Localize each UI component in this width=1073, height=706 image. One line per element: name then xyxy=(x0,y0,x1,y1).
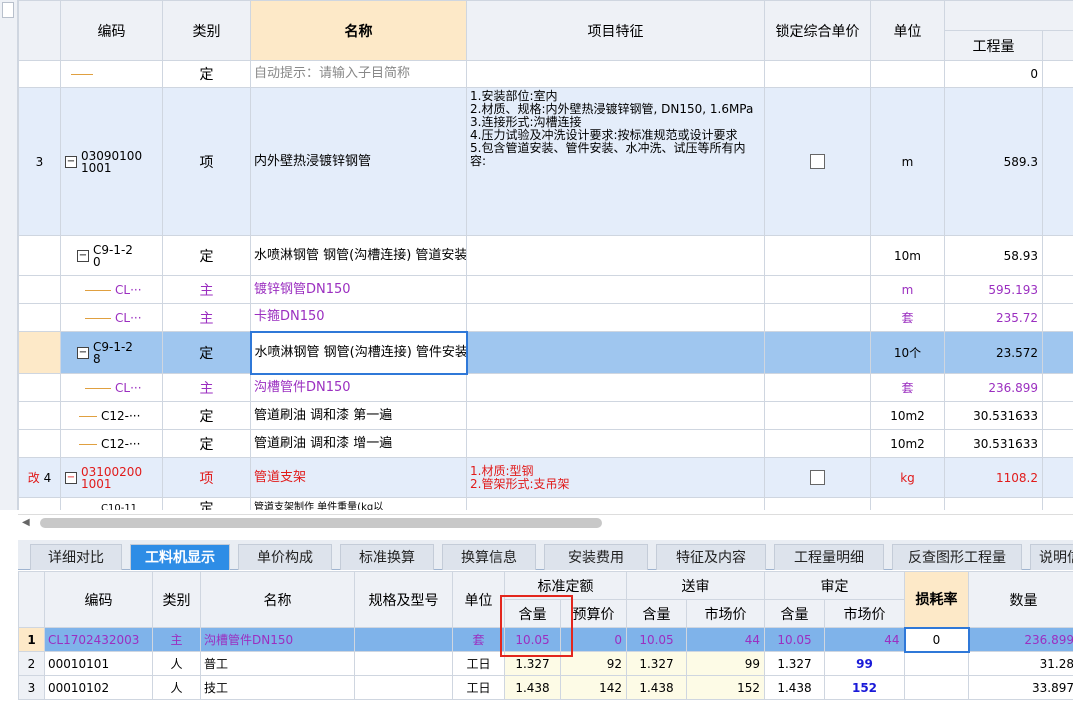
unit-header[interactable]: 单位 xyxy=(452,571,505,628)
loss-rate-input[interactable]: 0 xyxy=(903,626,970,653)
table-row-selected[interactable]: −C9-1-28 定 水喷淋钢管 钢管(沟槽连接) 管件安装 公称直径(mm以内… xyxy=(18,330,1073,375)
std-qty-header[interactable]: 含量 xyxy=(504,599,561,628)
table-row[interactable]: C10-11 定 管道支架制作 单件重量(kg以 xyxy=(18,497,1073,510)
send-qty-header[interactable]: 含量 xyxy=(626,599,687,628)
material-grid: 编码 类别 名称 规格及型号 单位 标准定额 送审 审定 损耗率 数量 含量 预… xyxy=(18,571,1073,706)
tree-connector xyxy=(85,387,111,389)
name-cell-editing[interactable]: 水喷淋钢管 钢管(沟槽连接) 管件安装 公称直径(mm以内)150 xyxy=(249,330,468,375)
row-num-header xyxy=(18,571,45,628)
tree-connector xyxy=(85,289,111,291)
collapse-icon[interactable]: − xyxy=(77,346,89,359)
table-row[interactable]: C12-··· 定 管道刷油 调和漆 第一遍 10m2 30.531633 xyxy=(18,401,1073,430)
table-row[interactable]: −C9-1-20 定 水喷淋钢管 钢管(沟槽连接) 管道安装 公称直径(mm以内… xyxy=(18,235,1073,276)
tree-connector xyxy=(79,443,97,445)
table-row[interactable]: CL··· 主 卡箍DN150 套 235.72 xyxy=(18,303,1073,332)
name-header[interactable]: 名称 xyxy=(200,571,355,628)
collapse-icon[interactable]: − xyxy=(65,471,77,484)
lock-price-checkbox[interactable] xyxy=(810,470,825,485)
tab-description[interactable]: 说明信 xyxy=(1030,544,1073,570)
audit-market-header[interactable]: 市场价 xyxy=(824,599,905,628)
name-input-hint[interactable]: 自动提示：请输入子目简称 xyxy=(250,60,467,88)
table-row[interactable]: 定 自动提示：请输入子目简称 0 xyxy=(18,60,1073,88)
tab-features[interactable]: 特征及内容 xyxy=(656,544,766,570)
table-row-selected[interactable]: 1 CL1702432003 主 沟槽管件DN150 套 10.05 0 10.… xyxy=(18,626,1073,653)
spec-header[interactable]: 规格及型号 xyxy=(354,571,453,628)
table-row[interactable]: C12-··· 定 管道刷油 调和漆 增一遍 10m2 30.531633 xyxy=(18,429,1073,458)
tab-qty-detail[interactable]: 工程量明细 xyxy=(774,544,884,570)
tab-install-fee[interactable]: 安装费用 xyxy=(544,544,648,570)
lock-price-header[interactable]: 锁定综合单价 xyxy=(764,0,871,61)
type-header[interactable]: 类别 xyxy=(162,0,251,61)
unit-header[interactable]: 单位 xyxy=(870,0,945,61)
feature-header[interactable]: 项目特征 xyxy=(466,0,765,61)
audit-qty-header[interactable]: 含量 xyxy=(764,599,825,628)
tab-price-composition[interactable]: 单价构成 xyxy=(238,544,332,570)
modified-mark: 改 xyxy=(27,471,40,485)
row-num-header xyxy=(18,0,61,61)
tree-connector xyxy=(85,317,111,319)
table-row[interactable]: CL··· 主 镀锌钢管DN150 m 595.193 xyxy=(18,275,1073,304)
collapse-icon[interactable]: − xyxy=(77,249,89,262)
amount-header[interactable]: 数量 xyxy=(968,571,1073,628)
tab-conversion-info[interactable]: 换算信息 xyxy=(442,544,536,570)
tree-connector xyxy=(71,74,93,75)
tab-reverse-graphic[interactable]: 反查图形工程量 xyxy=(892,544,1022,570)
table-row[interactable]: 改 4 −03100200 1001 项 管道支架 1.材质:型钢 2.管架形式:… xyxy=(18,457,1073,498)
tab-detail-compare[interactable]: 详细对比 xyxy=(30,544,122,570)
collapse-icon[interactable]: − xyxy=(65,155,77,168)
scrollbar-thumb[interactable] xyxy=(40,518,602,528)
detail-tabs: 详细对比 工料机显示 单价构成 标准换算 换算信息 安装费用 特征及内容 工程量… xyxy=(18,540,1073,570)
bill-grid: 编码 类别 名称 项目特征 锁定综合单价 单位 工程量 定 自动提示：请输入子目… xyxy=(0,0,1073,510)
table-row[interactable]: 2 00010101 人 普工 工日 1.327 92 1.327 99 1.3… xyxy=(18,651,1073,676)
lock-price-checkbox[interactable] xyxy=(810,154,825,169)
code-header[interactable]: 编码 xyxy=(60,0,163,61)
table-row[interactable]: CL··· 主 沟槽管件DN150 套 236.899 xyxy=(18,373,1073,402)
tree-connector xyxy=(79,415,97,417)
tab-standard-conversion[interactable]: 标准换算 xyxy=(340,544,434,570)
horizontal-scrollbar[interactable]: ◀ xyxy=(18,514,1073,530)
send-market-header[interactable]: 市场价 xyxy=(686,599,765,628)
name-header[interactable]: 名称 xyxy=(250,0,467,61)
scroll-left-icon[interactable]: ◀ xyxy=(22,517,30,528)
table-row[interactable]: 3 −03090100 1001 项 内外壁热浸镀锌钢管 1.安装部位:室内 2.… xyxy=(18,87,1073,236)
code-header[interactable]: 编码 xyxy=(44,571,153,628)
qty-header[interactable]: 工程量 xyxy=(944,30,1043,61)
feature-text[interactable]: 1.安装部位:室内 2.材质、规格:内外壁热浸镀锌钢管, DN150, 1.6M… xyxy=(466,87,765,236)
tab-material-display[interactable]: 工料机显示 xyxy=(130,544,230,570)
type-header[interactable]: 类别 xyxy=(152,571,201,628)
loss-rate-header[interactable]: 损耗率 xyxy=(904,571,969,628)
std-budget-header[interactable]: 预算价 xyxy=(560,599,627,628)
audited-header[interactable]: 审定 xyxy=(764,571,905,600)
feature-text[interactable]: 1.材质:型钢 2.管架形式:支吊架 xyxy=(466,457,765,498)
table-row[interactable]: 3 00010102 人 技工 工日 1.438 142 1.438 152 1… xyxy=(18,675,1073,700)
extra-header xyxy=(1042,30,1073,61)
standard-quota-header[interactable]: 标准定额 xyxy=(504,571,627,600)
submitted-header[interactable]: 送审 xyxy=(626,571,765,600)
qty-group-header xyxy=(944,0,1073,31)
